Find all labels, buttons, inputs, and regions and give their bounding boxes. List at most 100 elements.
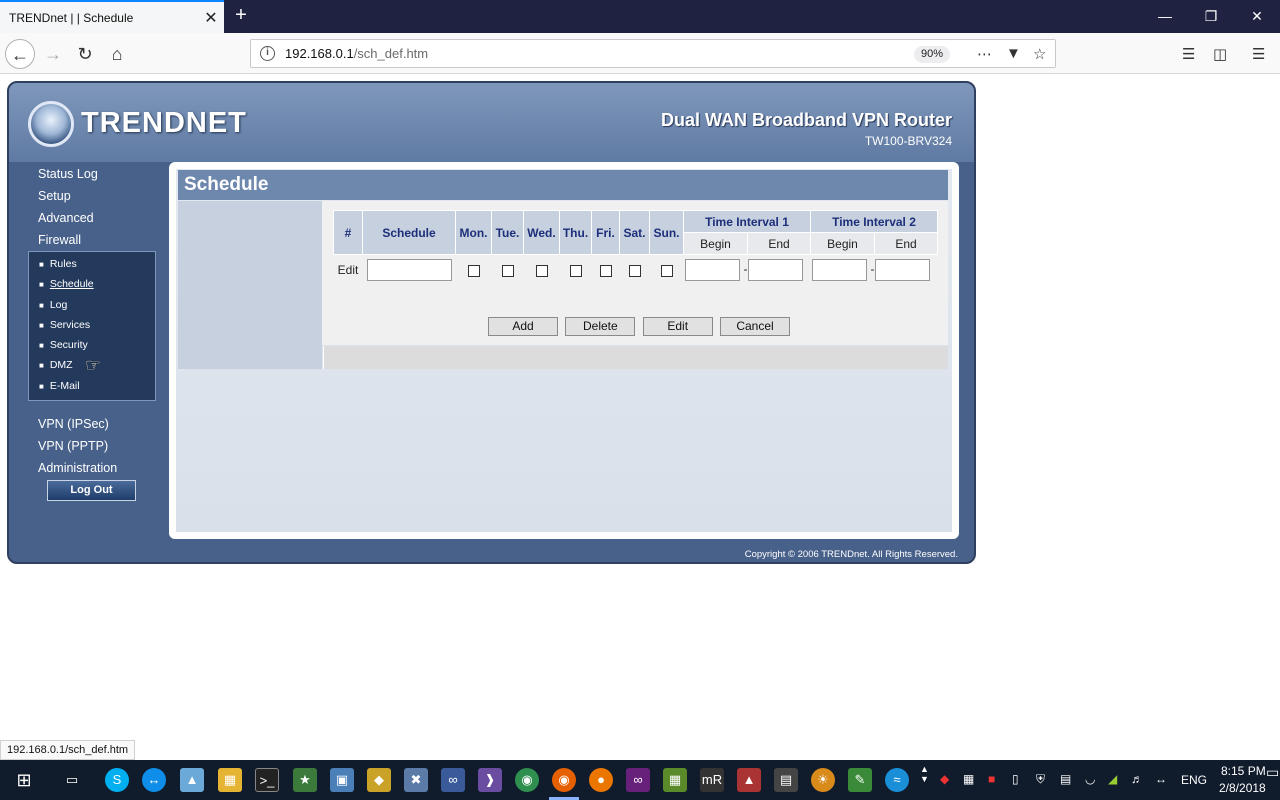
- app-icon[interactable]: ☀: [811, 768, 835, 792]
- bullet-icon: ■: [39, 300, 44, 310]
- product-name: Dual WAN Broadband VPN Router: [660, 110, 952, 130]
- globe-icon[interactable]: ◉: [515, 768, 539, 792]
- terminal-icon[interactable]: >_: [255, 768, 279, 792]
- close-tab-icon[interactable]: ✕: [198, 8, 224, 28]
- restore-icon[interactable]: ❐: [1188, 0, 1234, 33]
- app-icon[interactable]: ◆: [367, 768, 391, 792]
- sun-checkbox[interactable]: [660, 264, 673, 277]
- tue-checkbox[interactable]: [501, 264, 514, 277]
- interval2-end-input[interactable]: [874, 258, 930, 281]
- notifications-icon[interactable]: ▭: [1266, 764, 1279, 781]
- nav-status-log[interactable]: Status Log: [9, 163, 169, 185]
- interval1-begin-input[interactable]: [685, 258, 741, 281]
- app-icon[interactable]: ▲: [180, 768, 204, 792]
- col-fri: Fri.: [591, 210, 620, 255]
- tools-icon[interactable]: ✖: [404, 768, 428, 792]
- schedule-name-input[interactable]: [366, 258, 452, 281]
- page-actions-icon[interactable]: ⋯: [977, 45, 992, 63]
- forward-icon[interactable]: →: [38, 39, 68, 69]
- thu-checkbox[interactable]: [569, 264, 582, 277]
- schedule-table: # Schedule Mon. Tue. Wed. Thu. Fri. Sat.…: [333, 210, 938, 285]
- nav-setup[interactable]: Setup: [9, 185, 169, 207]
- interval2-begin: Begin: [810, 232, 875, 255]
- nav-administration[interactable]: Administration: [9, 457, 169, 479]
- tray-expand-icon[interactable]: ▲ ▼: [920, 764, 929, 784]
- wifi-icon[interactable]: ◡: [1085, 772, 1095, 786]
- url-bar[interactable]: i 192.168.0.1/sch_def.htm 90% ⋯ ▼ ☆: [250, 39, 1056, 68]
- fri-checkbox[interactable]: [599, 264, 612, 277]
- nav-vpn-ipsec[interactable]: VPN (IPSec): [9, 413, 169, 435]
- windows-start-icon[interactable]: ⊞: [12, 768, 36, 792]
- lock-icon[interactable]: ■: [988, 772, 995, 786]
- bullet-icon: ■: [39, 341, 44, 351]
- browser-tab[interactable]: TRENDnet | | Schedule ✕: [0, 0, 224, 33]
- visual-studio-code-icon[interactable]: ❱: [478, 768, 502, 792]
- skype-icon[interactable]: S: [105, 768, 129, 792]
- app-icon[interactable]: ▲: [737, 768, 761, 792]
- task-view-icon[interactable]: ▭: [60, 768, 84, 792]
- volume-icon[interactable]: ♬: [1131, 772, 1143, 786]
- interval2-begin-input[interactable]: [812, 258, 868, 281]
- file-explorer-icon[interactable]: ▦: [218, 768, 242, 792]
- app-icon[interactable]: ★: [293, 768, 317, 792]
- new-tab-button[interactable]: +: [228, 4, 254, 28]
- table-row: Edit - -: [334, 255, 938, 285]
- home-icon[interactable]: ⌂: [102, 39, 132, 69]
- tray-app-icon[interactable]: ▦: [963, 772, 974, 786]
- teamviewer-tray-icon[interactable]: ↔: [1155, 772, 1167, 786]
- action-buttons: Add Delete Edit Cancel: [488, 317, 794, 336]
- app-icon[interactable]: ≈: [885, 768, 909, 792]
- pocket-icon[interactable]: ▼: [1006, 45, 1021, 62]
- clock-time[interactable]: 8:15 PM: [1221, 764, 1266, 778]
- bookmark-star-icon[interactable]: ☆: [1033, 45, 1046, 63]
- nav-advanced[interactable]: Advanced: [9, 207, 169, 229]
- usb-icon[interactable]: ▯: [1012, 772, 1019, 786]
- menu-icon[interactable]: ☰: [1252, 45, 1265, 63]
- site-info-icon[interactable]: i: [260, 46, 275, 61]
- window-close-icon[interactable]: ✕: [1234, 0, 1280, 33]
- minimize-icon[interactable]: —: [1142, 0, 1188, 33]
- infinity-icon[interactable]: ∞: [441, 768, 465, 792]
- network-icon[interactable]: ▣: [330, 768, 354, 792]
- logout-button[interactable]: Log Out: [47, 480, 136, 501]
- sub-rules[interactable]: ■ Rules: [29, 254, 155, 274]
- library-icon[interactable]: ☰: [1182, 45, 1195, 63]
- taskbar: ⊞ ▭ S ↔ ▲ ▦ >_ ★ ▣ ◆ ✖ ∞ ❱ ◉ ◉ ● ∞ ▦ mR …: [0, 760, 1280, 800]
- tray-app-icon[interactable]: ▤: [1060, 772, 1071, 786]
- blender-icon[interactable]: ●: [589, 768, 613, 792]
- mon-checkbox[interactable]: [467, 264, 480, 277]
- wed-checkbox[interactable]: [535, 264, 548, 277]
- teamviewer-icon[interactable]: ↔: [142, 768, 166, 792]
- app-icon[interactable]: mR: [700, 768, 724, 792]
- sub-label: Services: [49, 318, 91, 331]
- cancel-button[interactable]: Cancel: [720, 317, 791, 336]
- media-icon[interactable]: ▤: [774, 768, 798, 792]
- sub-schedule[interactable]: ■ Schedule: [29, 274, 155, 294]
- sidebar-icon[interactable]: ◫: [1213, 45, 1227, 63]
- notepad-icon[interactable]: ✎: [848, 768, 872, 792]
- language-indicator[interactable]: ENG: [1181, 773, 1207, 787]
- add-button[interactable]: Add: [488, 317, 558, 336]
- interval1-begin: Begin: [683, 232, 748, 255]
- delete-button[interactable]: Delete: [565, 317, 636, 336]
- clock-date[interactable]: 2/8/2018: [1219, 781, 1266, 795]
- sub-email[interactable]: ■ E-Mail: [29, 376, 155, 396]
- back-icon[interactable]: ←: [5, 39, 35, 69]
- tray-app-icon[interactable]: ◢: [1108, 772, 1117, 786]
- nav-firewall[interactable]: Firewall: [9, 229, 169, 251]
- shield-icon[interactable]: ⛨: [1036, 772, 1045, 787]
- firefox-icon[interactable]: ◉: [552, 768, 576, 792]
- sat-checkbox[interactable]: [628, 264, 641, 277]
- nav-vpn-pptp[interactable]: VPN (PPTP): [9, 435, 169, 457]
- sub-log[interactable]: ■ Log: [29, 295, 155, 315]
- visual-studio-icon[interactable]: ∞: [626, 768, 650, 792]
- edit-button[interactable]: Edit: [642, 317, 713, 336]
- sub-services[interactable]: ■ Services: [29, 315, 155, 335]
- sub-security[interactable]: ■ Security: [29, 335, 155, 355]
- app-icon[interactable]: ▦: [663, 768, 687, 792]
- reload-icon[interactable]: ↻: [70, 39, 100, 69]
- status-url: 192.168.0.1/sch_def.htm: [0, 740, 136, 760]
- tray-app-icon[interactable]: ◆: [940, 772, 949, 786]
- interval1-end-input[interactable]: [747, 258, 803, 281]
- zoom-indicator[interactable]: 90%: [914, 46, 951, 63]
